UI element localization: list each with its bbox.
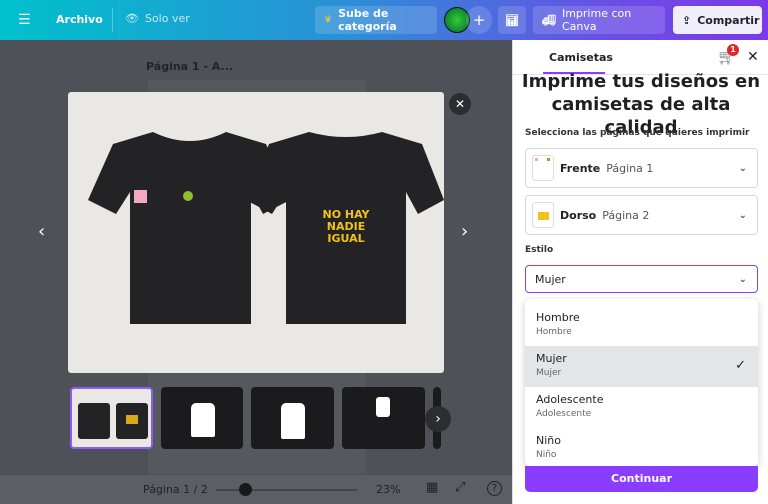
- fullscreen-icon[interactable]: ⤢: [455, 480, 465, 495]
- file-menu[interactable]: Archivo: [56, 13, 103, 26]
- upload-icon: ⇪: [682, 13, 692, 27]
- bottom-bar: Página 1 / 2 23% ▦ ⤢ ?: [0, 474, 512, 504]
- panel-title-line1: Imprime tus diseños en: [521, 71, 761, 92]
- view-mode-button[interactable]: 👁 Solo ver: [125, 12, 190, 25]
- upgrade-button[interactable]: ♛ Sube de categoría: [315, 6, 437, 34]
- close-preview-button[interactable]: ✕: [449, 93, 471, 115]
- prev-arrow-icon[interactable]: ‹: [38, 221, 45, 242]
- share-button[interactable]: ⇪ Compartir: [673, 6, 762, 34]
- option-adolescente[interactable]: Adolescente Adolescente: [525, 387, 758, 428]
- zoom-level[interactable]: 23%: [376, 483, 400, 496]
- select-pages-label: Selecciona las páginas que quieres impri…: [525, 128, 750, 138]
- next-thumbnails-button[interactable]: ›: [425, 406, 451, 432]
- cart-badge: 1: [727, 44, 739, 56]
- eye-icon: 👁: [125, 12, 139, 25]
- print-button[interactable]: 🚚︎ Imprime con Canva: [533, 6, 665, 34]
- top-bar: ☰ Archivo 👁 Solo ver ♛ Sube de categoría +…: [0, 0, 768, 40]
- hamburger-icon[interactable]: ☰: [18, 12, 31, 28]
- chevron-down-icon: ⌄: [738, 273, 747, 285]
- page-select-back[interactable]: Dorso Página 2 ⌄: [525, 195, 758, 235]
- tab-camisetas[interactable]: Camisetas: [549, 51, 613, 64]
- option-nino[interactable]: Niño Niño: [525, 428, 758, 469]
- zoom-slider-knob[interactable]: [239, 483, 252, 496]
- crown-icon: ♛: [324, 15, 333, 25]
- insights-button[interactable]: 📊︎: [498, 6, 526, 34]
- thumbnail-white-front[interactable]: [161, 387, 243, 449]
- truck-icon: 🚚︎: [542, 13, 556, 27]
- thumbnail-white-small[interactable]: [342, 387, 425, 449]
- chevron-down-icon: ⌄: [738, 209, 747, 221]
- zoom-slider[interactable]: [216, 489, 357, 491]
- continue-button[interactable]: Continuar: [525, 466, 758, 492]
- next-arrow-icon[interactable]: ›: [461, 221, 468, 242]
- front-thumbnail: [532, 155, 554, 181]
- divider: [112, 8, 113, 32]
- option-hombre[interactable]: Hombre Hombre: [525, 305, 758, 346]
- front-print-logo: [183, 191, 193, 201]
- back-print-line3: IGUAL: [327, 232, 364, 245]
- option-mujer[interactable]: Mujer Mujer ✓: [525, 346, 758, 387]
- page-select-front[interactable]: Frente Página 1 ⌄: [525, 148, 758, 188]
- style-label: Estilo: [525, 245, 554, 255]
- print-panel: Camisetas 🛒︎ 1 ✕ Imprime tus diseños en …: [512, 40, 768, 504]
- chevron-down-icon: ⌄: [738, 162, 747, 174]
- add-collaborator-button[interactable]: +: [466, 6, 492, 34]
- style-dropdown: Hombre Hombre Mujer Mujer ✓ Adolescente Adol…: [525, 299, 758, 466]
- tshirt-front: [88, 132, 290, 324]
- style-select[interactable]: Mujer ⌄: [525, 265, 758, 293]
- back-thumbnail: [532, 202, 554, 228]
- preview-image: NO HAY NADIE IGUAL: [68, 92, 444, 373]
- thumbnail-white-back[interactable]: [251, 387, 334, 449]
- thumbnail-front-back[interactable]: [70, 387, 153, 449]
- help-icon[interactable]: ?: [487, 481, 502, 496]
- close-panel-button[interactable]: ✕: [747, 49, 759, 65]
- bar-chart-icon: 📊︎: [505, 13, 519, 27]
- grid-view-icon[interactable]: ▦: [426, 480, 438, 495]
- page-indicator[interactable]: Página 1 / 2: [143, 483, 208, 496]
- check-icon: ✓: [735, 358, 746, 373]
- front-print-pink: [134, 190, 147, 203]
